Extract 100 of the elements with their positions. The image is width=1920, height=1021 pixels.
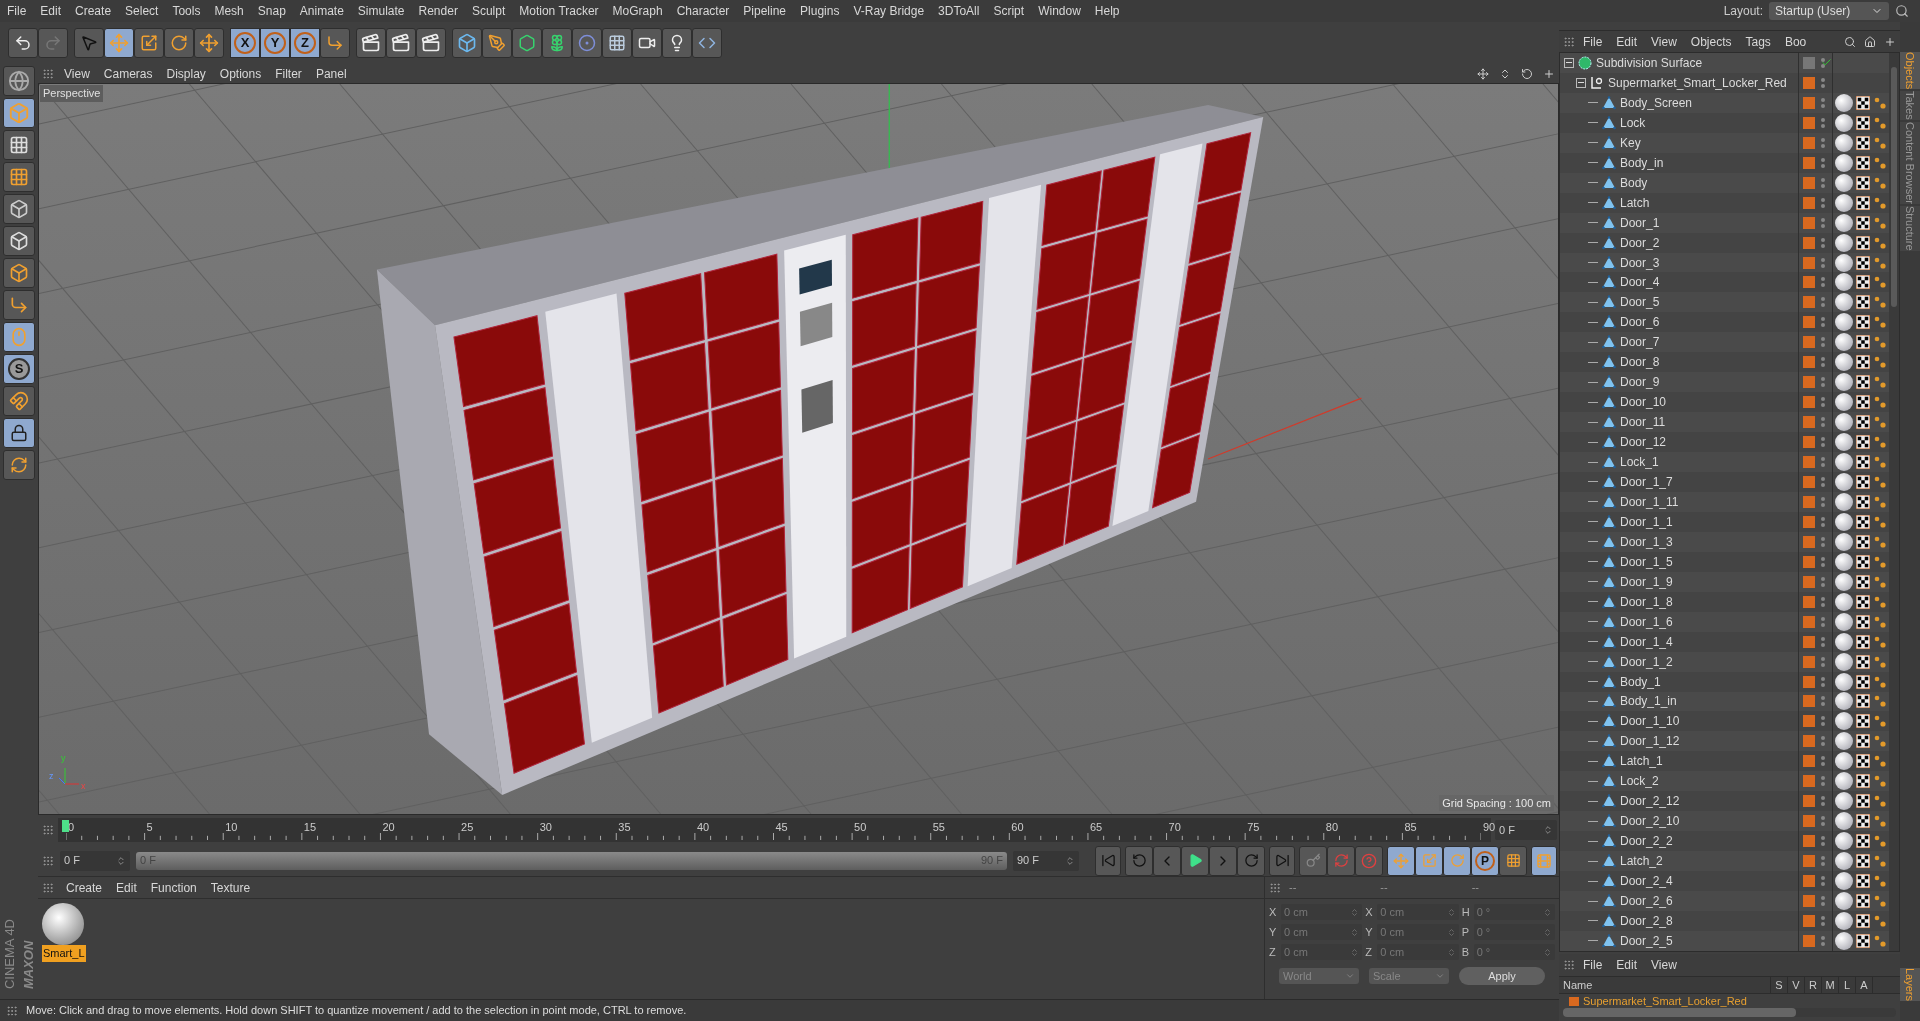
object-name[interactable]: Door_1_6: [1620, 612, 1673, 631]
mode-button[interactable]: [3, 418, 35, 448]
layer-swatch-icon[interactable]: [1803, 396, 1815, 409]
visibility-dots-icon[interactable]: [1821, 257, 1825, 268]
checker-tag-icon[interactable]: [1856, 774, 1870, 789]
dots-tag-icon[interactable]: [1873, 235, 1887, 250]
visibility-dots-icon[interactable]: [1821, 796, 1825, 807]
material-tag-icon[interactable]: [1835, 193, 1853, 212]
dots-tag-icon[interactable]: [1873, 355, 1887, 370]
dots-tag-icon[interactable]: [1873, 494, 1887, 509]
timeline-button[interactable]: [1531, 845, 1557, 876]
visibility-dots-icon[interactable]: [1821, 676, 1825, 687]
layer-swatch-icon[interactable]: [1803, 735, 1815, 748]
material-tag-icon[interactable]: [1835, 552, 1853, 571]
object-name[interactable]: Supermarket_Smart_Locker_Red: [1608, 73, 1787, 92]
material-tag-icon[interactable]: [1835, 772, 1853, 791]
checker-tag-icon[interactable]: [1856, 395, 1870, 410]
dots-tag-icon[interactable]: [1873, 395, 1887, 410]
object-name[interactable]: Door_10: [1620, 393, 1667, 412]
layer-menu-item[interactable]: Edit: [1616, 956, 1638, 974]
object-name[interactable]: Latch_2: [1620, 852, 1663, 871]
deformer-button[interactable]: [572, 28, 602, 58]
object-menu-item[interactable]: Objects: [1690, 32, 1732, 51]
menu-item[interactable]: Script: [993, 2, 1025, 20]
material-tag-icon[interactable]: [1835, 892, 1853, 910]
layer-swatch-icon[interactable]: [1803, 835, 1815, 848]
layer-swatch-icon[interactable]: [1803, 196, 1815, 209]
object-name[interactable]: Door_4: [1620, 273, 1660, 292]
mode-button[interactable]: [3, 322, 35, 352]
checker-tag-icon[interactable]: [1856, 874, 1870, 889]
search-icon[interactable]: [1844, 35, 1856, 48]
dots-tag-icon[interactable]: [1873, 714, 1887, 729]
object-name[interactable]: Door_1_2: [1620, 652, 1673, 671]
object-name[interactable]: Door_2_10: [1620, 812, 1680, 831]
layer-swatch-icon[interactable]: [1803, 376, 1815, 389]
layer-swatch-icon[interactable]: [1803, 276, 1815, 289]
dots-tag-icon[interactable]: [1873, 614, 1887, 629]
visibility-dots-icon[interactable]: [1821, 297, 1825, 308]
last-frame-button[interactable]: [1269, 845, 1295, 876]
checker-tag-icon[interactable]: [1856, 714, 1870, 729]
checker-tag-icon[interactable]: [1856, 694, 1870, 709]
visibility-dots-icon[interactable]: [1821, 915, 1825, 926]
layer-swatch-icon[interactable]: [1803, 755, 1815, 768]
visibility-dots-icon[interactable]: [1821, 357, 1825, 368]
viewport-menu-item[interactable]: Filter: [275, 64, 302, 83]
layer-swatch-icon[interactable]: [1803, 815, 1815, 828]
visibility-dots-icon[interactable]: [1821, 876, 1825, 887]
play-button[interactable]: [1181, 845, 1209, 876]
dots-tag-icon[interactable]: [1873, 135, 1887, 150]
object-menu-item[interactable]: View: [1651, 32, 1677, 51]
visibility-dots-icon[interactable]: [1821, 556, 1825, 567]
column-header[interactable]: R: [1805, 976, 1822, 994]
dots-tag-icon[interactable]: [1873, 554, 1887, 569]
material-tag-icon[interactable]: [1835, 652, 1853, 671]
layer-swatch-icon[interactable]: [1803, 875, 1815, 888]
dots-tag-icon[interactable]: [1873, 215, 1887, 230]
object-name[interactable]: Body_1: [1620, 672, 1661, 691]
viewport-menu-item[interactable]: View: [64, 64, 90, 83]
object-menu-item[interactable]: Boo: [1784, 32, 1807, 51]
visibility-dots-icon[interactable]: [1821, 337, 1825, 348]
undo-button[interactable]: [8, 28, 38, 58]
checker-tag-icon[interactable]: [1856, 355, 1870, 370]
object-name[interactable]: Door_1_10: [1620, 712, 1680, 731]
material-tag-icon[interactable]: [1835, 732, 1853, 751]
dots-tag-icon[interactable]: [1873, 654, 1887, 669]
checker-tag-icon[interactable]: [1856, 754, 1870, 769]
material-menu-item[interactable]: Create: [66, 878, 103, 897]
column-header[interactable]: M: [1822, 976, 1839, 994]
visibility-dots-icon[interactable]: [1821, 77, 1825, 88]
object-name[interactable]: Door_1_12: [1620, 732, 1680, 751]
object-name[interactable]: Door_2_8: [1620, 911, 1673, 930]
layer-swatch-icon[interactable]: [1803, 615, 1815, 628]
start-frame-field[interactable]: 0 F: [60, 850, 130, 871]
visibility-dots-icon[interactable]: [1821, 896, 1825, 906]
material-tag-icon[interactable]: [1835, 792, 1853, 811]
column-header[interactable]: S: [1771, 976, 1788, 994]
layer-swatch-icon[interactable]: [1803, 655, 1815, 668]
key-filter-button[interactable]: P: [1471, 845, 1499, 876]
dots-tag-icon[interactable]: [1873, 335, 1887, 350]
layer-swatch-icon[interactable]: [1803, 914, 1815, 927]
layer-swatch-icon[interactable]: [1803, 176, 1815, 189]
visibility-dots-icon[interactable]: [1821, 177, 1825, 188]
object-name[interactable]: Body: [1620, 173, 1648, 192]
visibility-dots-icon[interactable]: [1821, 277, 1825, 288]
checker-tag-icon[interactable]: [1856, 235, 1870, 250]
material-tag-icon[interactable]: [1835, 433, 1853, 452]
menu-item[interactable]: Tools: [172, 2, 201, 20]
visibility-dots-icon[interactable]: [1821, 157, 1825, 168]
dots-tag-icon[interactable]: [1873, 475, 1887, 489]
material-tag-icon[interactable]: [1835, 612, 1853, 631]
material-tag-icon[interactable]: [1835, 692, 1853, 711]
material-menu-item[interactable]: Texture: [210, 878, 251, 897]
key-filter-button[interactable]: [1443, 845, 1471, 876]
key-filter-button[interactable]: [1387, 845, 1415, 876]
layer-swatch-icon[interactable]: [1803, 136, 1815, 149]
menu-item[interactable]: Snap: [257, 2, 286, 20]
object-name[interactable]: Key: [1620, 133, 1641, 152]
visibility-dots-icon[interactable]: [1821, 616, 1825, 627]
keyframe-button[interactable]: [1299, 845, 1327, 876]
checker-tag-icon[interactable]: [1856, 734, 1870, 749]
